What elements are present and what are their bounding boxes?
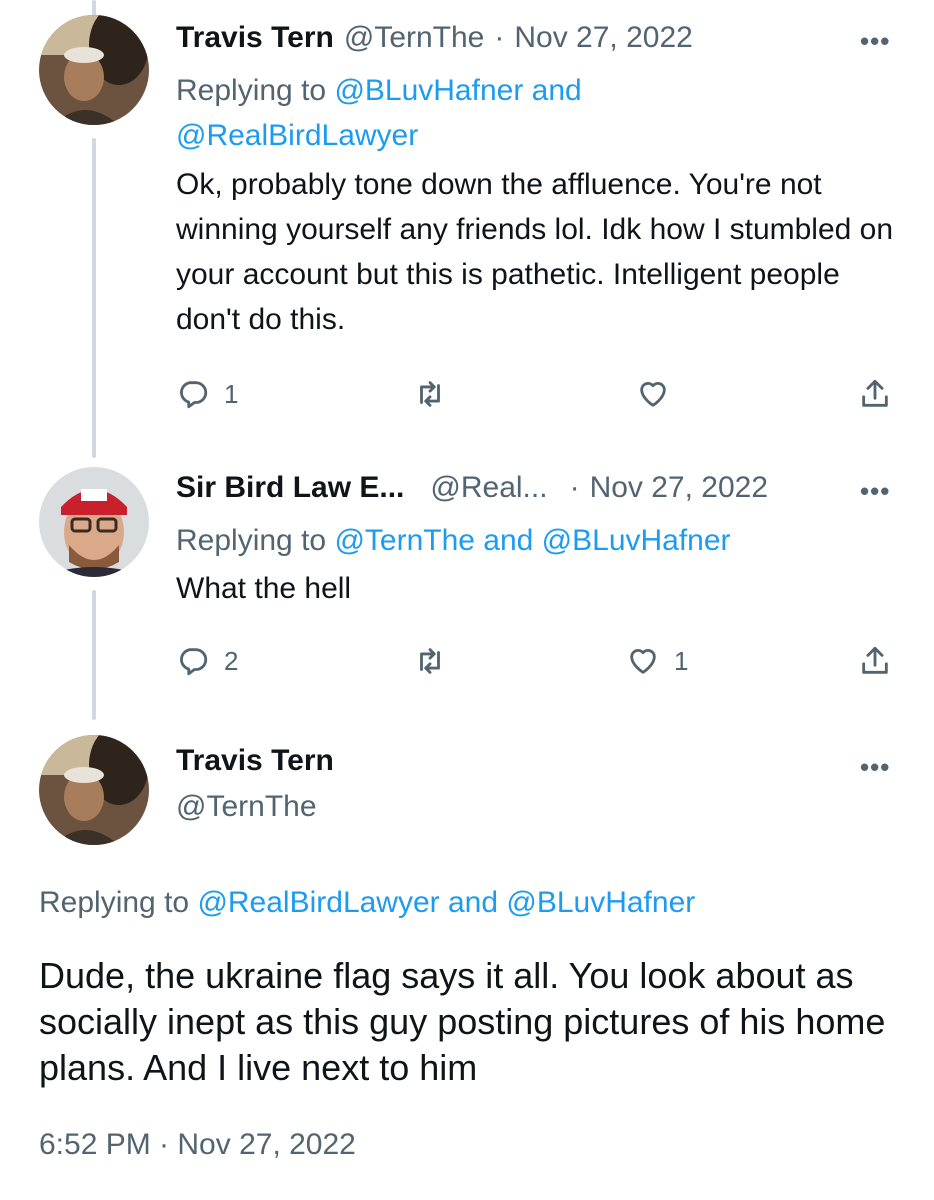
tweet-timestamp[interactable]: 6:52 PM · Nov 27, 2022: [39, 1125, 356, 1165]
tweet-header: Sir Bird Law E... @Real... · Nov 27, 202…: [176, 468, 768, 508]
replying-to-users[interactable]: @BLuvHafner and: [334, 74, 581, 107]
separator: ·: [569, 471, 580, 504]
display-name[interactable]: Sir Bird Law E...: [176, 471, 404, 505]
tweet-date[interactable]: Nov 27, 2022: [514, 21, 692, 55]
avatar[interactable]: [39, 467, 149, 577]
replying-to-label: Replying to: [39, 886, 190, 919]
reply-button[interactable]: 1: [176, 377, 238, 411]
like-button[interactable]: 1: [626, 644, 688, 678]
heart-icon: [630, 649, 656, 674]
tweet-header: Travis Tern @TernThe · Nov 27, 2022: [176, 18, 693, 58]
separator: ·: [494, 21, 505, 54]
tweet-date[interactable]: Nov 27, 2022: [590, 471, 768, 505]
more-icon[interactable]: •••: [860, 26, 890, 57]
thread-line-1: [92, 138, 96, 458]
handle[interactable]: @TernThe: [176, 790, 317, 824]
handle[interactable]: @TernThe: [344, 21, 485, 55]
reply-count: 1: [224, 378, 239, 409]
more-icon[interactable]: •••: [860, 752, 890, 783]
display-name[interactable]: Travis Tern: [176, 744, 334, 778]
avatar-image-sirbird: [39, 467, 149, 577]
like-button[interactable]: [636, 377, 670, 411]
share-icon: [862, 379, 888, 407]
replying-to-line2: @RealBirdLawyer: [176, 113, 418, 158]
reply-icon: [180, 381, 208, 409]
handle[interactable]: @Real...: [430, 471, 547, 505]
replying-to-label: Replying to: [176, 74, 327, 107]
thread-line-2: [92, 590, 96, 720]
replying-to-users[interactable]: @RealBirdLawyer: [176, 119, 418, 152]
replying-to-label: Replying to: [176, 524, 327, 557]
heart-icon: [640, 382, 666, 407]
replying-to: Replying to @BLuvHafner and: [176, 68, 582, 113]
replying-to-users[interactable]: @RealBirdLawyer and @BLuvHafner: [197, 886, 695, 919]
reply-icon: [180, 648, 208, 676]
tweet-text: Ok, probably tone down the affluence. Yo…: [176, 168, 894, 336]
tweet-text: What the hell: [176, 572, 352, 605]
share-button[interactable]: [858, 377, 892, 411]
share-button[interactable]: [858, 644, 892, 678]
replying-to-users[interactable]: @TernThe and @BLuvHafner: [334, 524, 730, 557]
avatar-image-travis: [39, 735, 149, 845]
retweet-icon: [420, 381, 440, 407]
display-name[interactable]: Travis Tern: [176, 21, 334, 55]
share-icon: [862, 646, 888, 674]
like-count: 1: [674, 645, 689, 676]
avatar[interactable]: [39, 15, 149, 125]
reply-button[interactable]: 2: [176, 644, 238, 678]
replying-to: Replying to @RealBirdLawyer and @BLuvHaf…: [39, 883, 695, 923]
replying-to: Replying to @TernThe and @BLuvHafner: [176, 518, 731, 563]
avatar[interactable]: [39, 735, 149, 845]
reply-count: 2: [224, 645, 239, 676]
avatar-image-travis: [39, 15, 149, 125]
retweet-button[interactable]: [413, 377, 447, 411]
tweet-text: Dude, the ukraine flag says it all. You …: [39, 955, 886, 1088]
retweet-icon: [420, 648, 440, 674]
retweet-button[interactable]: [413, 644, 447, 678]
more-icon[interactable]: •••: [860, 476, 890, 507]
